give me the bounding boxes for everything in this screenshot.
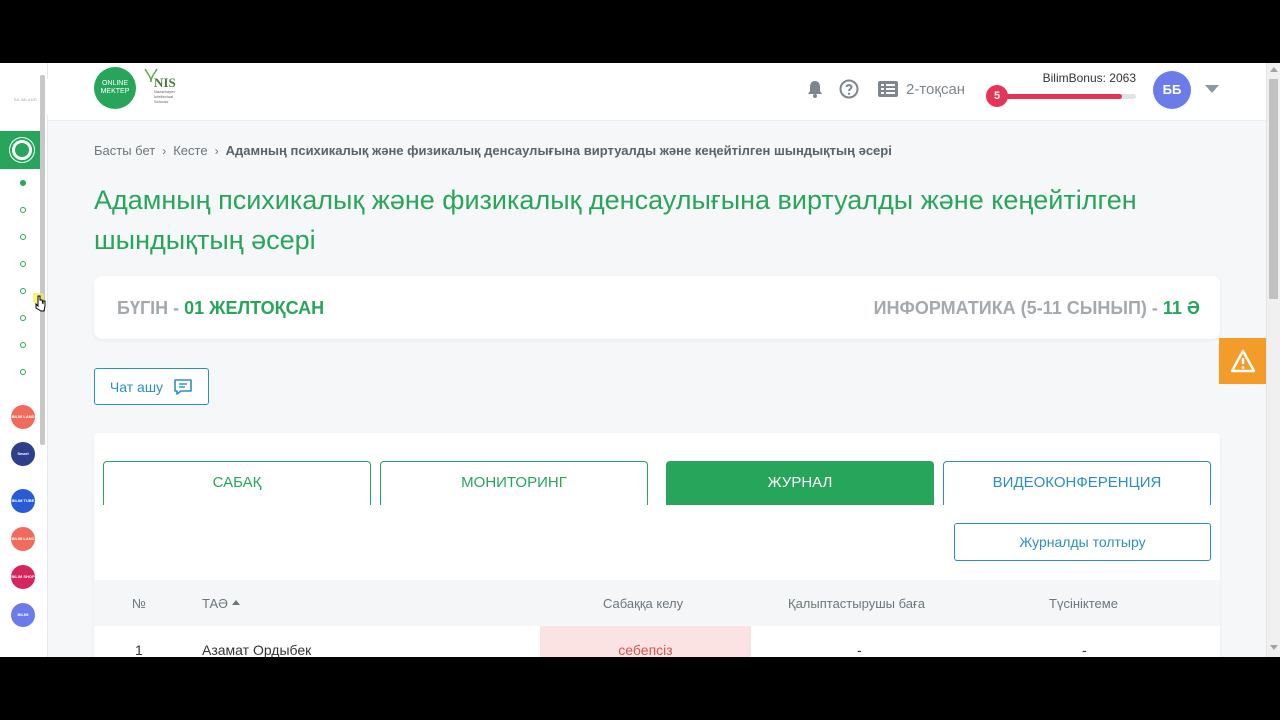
tab-videoconference[interactable]: ВИДЕОКОНФЕРЕНЦИЯ: [943, 461, 1211, 505]
chevron-down-icon[interactable]: [1205, 85, 1219, 93]
column-grade: Қалыптастырушы баға: [788, 596, 925, 611]
bilimtube-icon[interactable]: BILIM TUBE: [11, 489, 35, 513]
bilimmedia-icon[interactable]: BILIM MEDIA: [11, 603, 35, 641]
sort-up-icon: [231, 600, 240, 605]
breadcrumb-current: Адамның психикалық және физикалық денсау…: [225, 143, 892, 158]
bilimshop-icon[interactable]: BILIM SHOP: [11, 565, 35, 589]
today-date: БҮГІН - 01 ЖЕЛТОҚСАН: [117, 298, 325, 318]
online-mektep-logo[interactable]: ONLINE MEKTEP: [94, 67, 136, 109]
lesson-panel: САБАҚ МОНИТОРИНГ ЖУРНАЛ ВИДЕОКОНФЕРЕНЦИЯ…: [94, 433, 1220, 657]
column-attendance: Сабаққа келу: [603, 596, 684, 611]
tab-lesson[interactable]: САБАҚ: [103, 461, 371, 505]
journal-table-header: № ТАӘ Сабаққа келу Қалыптастырушы баға Т…: [94, 580, 1220, 626]
column-name[interactable]: ТАӘ: [202, 596, 240, 611]
subject-class: ИНФОРМАТИКА (5-11 СЫНЫП) - 11 Ә: [873, 298, 1200, 318]
column-comment: Түсініктеме: [1049, 596, 1118, 611]
row-name: Азамат Ордыбек: [202, 642, 312, 657]
rail-dot-5[interactable]: [20, 288, 26, 294]
bilimland2-icon[interactable]: BILIM LAND: [11, 527, 35, 551]
page-scrollbar[interactable]: [1266, 63, 1280, 657]
browser-viewport: BILIMLAND BILIM LAND Smart Nation BILIM TU…: [0, 63, 1280, 657]
smartnation-icon[interactable]: Smart Nation: [11, 442, 35, 480]
table-row: 1 Азамат Ордыбек себепсіз - -: [94, 626, 1220, 657]
scroll-down-icon[interactable]: [1270, 645, 1278, 650]
nis-logo: NIS Nazarbayev Intellectual Schools: [144, 67, 188, 111]
bonus-progress-track: [996, 94, 1136, 99]
lesson-info-card: БҮГІН - 01 ЖЕЛТОҚСАН ИНФОРМАТИКА (5-11 С…: [94, 276, 1220, 339]
bonus-progress-fill: [996, 94, 1122, 99]
breadcrumb-schedule[interactable]: Кесте: [173, 143, 207, 158]
bilimland-icon[interactable]: BILIM LAND: [11, 405, 35, 429]
bilim-bonus[interactable]: BilimBonus: 2063 5: [986, 71, 1138, 111]
rail-dot-3[interactable]: [20, 234, 26, 240]
list-icon: [878, 81, 898, 97]
quarter-selector[interactable]: 2-тоқсан: [878, 79, 965, 99]
avatar[interactable]: ББ: [1153, 71, 1191, 109]
rail-dot-7[interactable]: [20, 342, 26, 348]
rail-dot-1[interactable]: [20, 180, 26, 186]
bell-icon[interactable]: [805, 79, 825, 99]
chevron-right-icon: ›: [162, 143, 167, 158]
rail-dot-2[interactable]: [20, 207, 26, 213]
tab-monitoring[interactable]: МОНИТОРИНГ: [380, 461, 648, 505]
fill-journal-button[interactable]: Журналды толтыру: [954, 523, 1211, 561]
report-issue-button[interactable]: [1219, 338, 1266, 384]
breadcrumb-home[interactable]: Басты бет: [94, 143, 155, 158]
rail-dot-6[interactable]: [20, 315, 26, 321]
rail-dot-8[interactable]: [20, 369, 26, 375]
breadcrumb: Басты бет › Кесте › Адамның психикалық ж…: [94, 143, 892, 158]
column-number: №: [132, 596, 146, 611]
row-comment[interactable]: -: [1082, 642, 1087, 657]
left-sidebar: BILIMLAND BILIM LAND Smart Nation BILIM TU…: [0, 63, 48, 657]
open-chat-button[interactable]: Чат ашу: [94, 368, 209, 405]
row-number: 1: [135, 642, 143, 657]
warning-icon: [1230, 349, 1255, 373]
bonus-level-badge: 5: [986, 85, 1008, 107]
chat-icon: [174, 378, 192, 395]
mouse-cursor-icon: [33, 293, 46, 312]
scrollbar-thumb[interactable]: [1269, 79, 1278, 299]
help-icon[interactable]: [839, 79, 859, 99]
chevron-right-icon: ›: [214, 143, 219, 158]
page-title: Адамның психикалық және физикалық денсау…: [94, 185, 1137, 255]
row-attendance[interactable]: себепсіз: [540, 626, 751, 657]
quarter-label: 2-тоқсан: [906, 80, 966, 98]
bonus-label: BilimBonus: 2063: [1042, 71, 1136, 85]
row-grade[interactable]: -: [857, 642, 862, 657]
tab-journal[interactable]: ЖУРНАЛ: [666, 461, 934, 505]
rail-scrollbar[interactable]: [40, 75, 45, 445]
rail-brand: BILIMLAND: [14, 97, 37, 102]
rail-dot-4[interactable]: [20, 261, 26, 267]
online-mektep-icon: [10, 138, 34, 162]
rail-item-online-mektep[interactable]: [0, 131, 40, 169]
top-header: ONLINE MEKTEP NIS Nazarbayev Intellectua…: [48, 63, 1266, 121]
scroll-up-icon[interactable]: [1270, 67, 1278, 72]
